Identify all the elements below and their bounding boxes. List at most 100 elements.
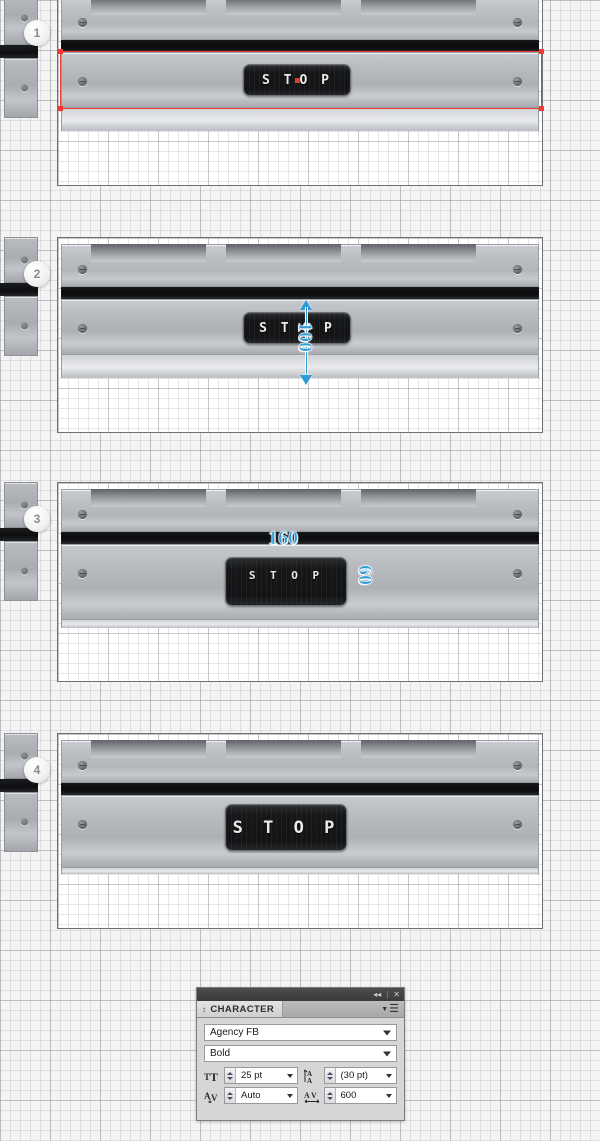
stepper-up-icon[interactable] xyxy=(227,1091,233,1095)
leading-stepper[interactable] xyxy=(324,1068,336,1083)
character-panel: ◂◂ | ✕ ↕ CHARACTER ▼ ☰ Agency FB Bold T … xyxy=(196,987,405,1121)
vent-slot-icon xyxy=(91,489,206,507)
updown-grip-icon: ↕ xyxy=(202,1004,207,1014)
stepper-up-icon[interactable] xyxy=(227,1071,233,1075)
plate-screw-icon xyxy=(78,761,87,770)
stub-screw-icon xyxy=(21,84,28,92)
stub-screw-icon xyxy=(21,14,28,21)
display-screen-4[interactable]: S T O P xyxy=(225,804,347,851)
plate-screw-icon xyxy=(78,265,87,274)
oven-top-plate-1 xyxy=(61,0,539,40)
titlebar-separator: | xyxy=(386,989,389,999)
vent-slot-icon xyxy=(361,740,476,758)
oven-top-plate-3 xyxy=(61,489,539,532)
step-badge-3: 3 xyxy=(24,506,50,532)
leading-input[interactable]: (30 pt) xyxy=(323,1067,397,1084)
step-badge-1: 1 xyxy=(24,20,50,46)
step-2: S T O P 100 2 xyxy=(0,237,600,467)
plate-screw-icon xyxy=(513,510,522,519)
kerning-stepper[interactable] xyxy=(225,1088,236,1103)
height-measure-label-3: 60 xyxy=(354,565,377,586)
tracking-field: A V 600 xyxy=(304,1087,397,1104)
display-text: S T O P xyxy=(248,569,324,582)
display-text-after: O P xyxy=(299,72,332,88)
font-size-input[interactable]: 25 pt xyxy=(224,1067,298,1084)
height-measure-label-2: 100 xyxy=(294,322,317,353)
step-1: S TO P 1 xyxy=(0,0,600,230)
font-style-select[interactable]: Bold xyxy=(204,1045,397,1062)
stepper-down-icon[interactable] xyxy=(227,1076,233,1080)
vent-slot-icon xyxy=(226,0,341,15)
display-text: S T O P xyxy=(232,817,340,838)
collapse-icon[interactable]: ◂◂ xyxy=(373,990,381,999)
stepper-down-icon[interactable] xyxy=(326,1076,333,1080)
chevron-down-icon[interactable] xyxy=(386,1073,392,1078)
character-panel-body: Agency FB Bold T T 25 pt A A (30 pt) A V… xyxy=(197,1018,404,1110)
plate-screw-icon xyxy=(78,77,87,86)
chevron-down-icon[interactable] xyxy=(286,1093,293,1098)
canvas-root: S TO P 1 S T O P 100 2 S T O P 160 60 3 … xyxy=(0,0,600,1141)
tracking-icon: A V xyxy=(304,1088,321,1103)
vent-slot-icon xyxy=(226,489,341,507)
plate-screw-icon xyxy=(513,761,522,770)
oven-top-plate-2 xyxy=(61,244,539,287)
stepper-down-icon[interactable] xyxy=(326,1096,333,1100)
oven-divider-bar-2 xyxy=(61,287,539,299)
stub-screw-icon xyxy=(21,501,28,509)
oven-skirt-1 xyxy=(61,108,539,131)
plate-screw-icon xyxy=(78,569,87,578)
step-badge-2: 2 xyxy=(24,261,50,287)
oven-divider-bar-1 xyxy=(61,40,539,52)
artboard-3: S T O P 160 60 xyxy=(57,482,543,682)
left-stub-divider-1 xyxy=(0,45,38,58)
chevron-down-icon[interactable] xyxy=(286,1073,293,1078)
character-panel-fields: T T 25 pt A A (30 pt) A V Auto A V 600 xyxy=(204,1067,397,1104)
plate-screw-icon xyxy=(78,18,87,27)
character-panel-tabrow: ↕ CHARACTER ▼ ☰ xyxy=(197,1001,404,1018)
step-badge-4: 4 xyxy=(24,757,50,783)
stepper-up-icon[interactable] xyxy=(326,1071,333,1075)
font-family-value: Agency FB xyxy=(210,1027,259,1038)
stepper-down-icon[interactable] xyxy=(227,1096,233,1100)
svg-text:A: A xyxy=(307,1077,312,1083)
stub-screw-icon xyxy=(21,567,28,575)
vent-slot-icon xyxy=(361,244,476,262)
font-size-field: T T 25 pt xyxy=(204,1067,298,1084)
vent-slot-icon xyxy=(361,0,476,15)
chevron-down-icon[interactable] xyxy=(386,1093,392,1098)
chevron-down-icon xyxy=(383,1051,391,1056)
tracking-input[interactable]: 600 xyxy=(323,1087,397,1104)
artboard-1: S TO P xyxy=(57,0,544,186)
left-stub-lower-4 xyxy=(4,792,38,852)
font-family-select[interactable]: Agency FB xyxy=(204,1024,397,1041)
plate-screw-icon xyxy=(78,324,87,333)
tracking-stepper[interactable] xyxy=(324,1088,336,1103)
kerning-icon: A V xyxy=(204,1088,221,1103)
panel-menu-icon[interactable]: ▼ ☰ xyxy=(381,1001,404,1017)
vent-slot-icon xyxy=(91,244,206,262)
oven-skirt-4 xyxy=(61,868,539,874)
stub-screw-icon xyxy=(21,818,28,826)
kerning-field: A V Auto xyxy=(204,1087,298,1104)
display-screen-1[interactable]: S TO P xyxy=(243,64,351,96)
tab-character[interactable]: ↕ CHARACTER xyxy=(197,1001,284,1017)
leading-icon: A A xyxy=(303,1068,321,1083)
kerning-input[interactable]: Auto xyxy=(224,1087,298,1104)
character-panel-titlebar[interactable]: ◂◂ | ✕ xyxy=(197,988,404,1001)
font-size-icon: T T xyxy=(204,1068,221,1083)
vent-slot-icon xyxy=(226,740,341,758)
vent-slot-icon xyxy=(361,489,476,507)
stepper-up-icon[interactable] xyxy=(326,1091,333,1095)
arrow-head-down-icon xyxy=(300,375,312,385)
stub-screw-icon xyxy=(21,256,28,264)
plate-screw-icon xyxy=(513,324,522,333)
close-icon[interactable]: ✕ xyxy=(393,990,400,999)
left-stub-lower-1 xyxy=(4,58,38,118)
font-size-stepper[interactable] xyxy=(225,1068,236,1083)
tab-character-label: CHARACTER xyxy=(210,1003,275,1015)
left-stub-lower-3 xyxy=(4,541,38,601)
vent-slot-icon xyxy=(91,0,206,15)
plate-screw-icon xyxy=(513,820,522,829)
font-style-value: Bold xyxy=(210,1048,231,1059)
display-screen-3[interactable]: S T O P xyxy=(225,557,347,606)
